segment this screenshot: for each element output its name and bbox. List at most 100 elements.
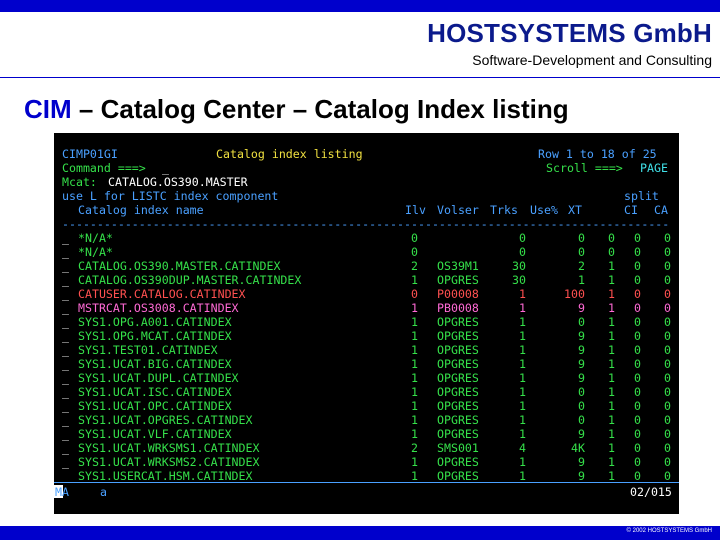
row-select-field[interactable]: _ xyxy=(62,315,69,329)
row-level: 1 xyxy=(411,455,418,469)
list-row[interactable]: _ SYS1.UCAT.OPGRES.CATINDEX 1 OPGRES 1 0 1 0 0 xyxy=(62,413,671,427)
row-ca-splits: 0 xyxy=(664,357,671,371)
slide: HOSTSYSTEMS GmbH Software-Development an… xyxy=(0,0,720,540)
row-use-pct: 0 xyxy=(578,399,585,413)
list-row[interactable]: _ SYS1.OPG.MCAT.CATINDEX 1 OPGRES 1 9 1 0 0 xyxy=(62,329,671,343)
row-ci-splits: 0 xyxy=(634,245,641,259)
row-index-name: SYS1.UCAT.VLF.CATINDEX xyxy=(78,427,232,441)
row-select-field[interactable]: _ xyxy=(62,287,69,301)
row-tracks: 1 xyxy=(519,427,526,441)
row-ca-splits: 0 xyxy=(664,301,671,315)
row-level: 1 xyxy=(411,273,418,287)
list-row[interactable]: _ CATUSER.CATALOG.CATINDEX 0 P00008 1 100 1 0 0 xyxy=(62,287,671,301)
row-select-field[interactable]: _ xyxy=(62,231,69,245)
terminal-screen[interactable]: CIMP01GI Catalog index listing Row 1 to … xyxy=(54,133,679,514)
row-tracks: 0 xyxy=(519,231,526,245)
row-ci-splits: 0 xyxy=(634,469,641,483)
list-row[interactable]: _ SYS1.UCAT.VLF.CATINDEX 1 OPGRES 1 9 1 0 0 xyxy=(62,427,671,441)
row-tracks: 0 xyxy=(519,245,526,259)
row-ca-splits: 0 xyxy=(664,245,671,259)
row-select-field[interactable]: _ xyxy=(62,301,69,315)
panel-title: Catalog index listing xyxy=(216,147,363,161)
row-index-name: CATALOG.OS390.MASTER.CATINDEX xyxy=(78,259,281,273)
slide-title-rest: – Catalog Center – Catalog Index listing xyxy=(71,94,569,124)
row-select-field[interactable]: _ xyxy=(62,259,69,273)
row-extents: 1 xyxy=(608,287,615,301)
row-tracks: 30 xyxy=(512,259,526,273)
row-select-field[interactable]: _ xyxy=(62,427,69,441)
row-volser: OPGRES xyxy=(437,357,479,371)
row-index-name: *N/A* xyxy=(78,245,113,259)
input-indicator: a xyxy=(100,485,107,499)
row-ci-splits: 0 xyxy=(634,273,641,287)
row-extents: 1 xyxy=(608,469,615,483)
row-extents: 1 xyxy=(608,329,615,343)
list-row[interactable]: _ SYS1.UCAT.ISC.CATINDEX 1 OPGRES 1 0 1 0 0 xyxy=(62,385,671,399)
row-volser: OPGRES xyxy=(437,343,479,357)
list-row[interactable]: _ SYS1.UCAT.WRKSMS1.CATINDEX 2 SMS001 4 4K 1 0 0 xyxy=(62,441,671,455)
row-select-field[interactable]: _ xyxy=(62,455,69,469)
row-tracks: 1 xyxy=(519,343,526,357)
row-use-pct: 9 xyxy=(578,469,585,483)
row-select-field[interactable]: _ xyxy=(62,273,69,287)
row-select-field[interactable]: _ xyxy=(62,329,69,343)
row-select-field[interactable]: _ xyxy=(62,441,69,455)
row-tracks: 1 xyxy=(519,287,526,301)
list-row[interactable]: _ CATALOG.OS390DUP.MASTER.CATINDEX 1 OPGRES… xyxy=(62,273,671,287)
row-use-pct: 9 xyxy=(578,357,585,371)
row-index-name: SYS1.UCAT.DUPL.CATINDEX xyxy=(78,371,239,385)
row-select-field[interactable]: _ xyxy=(62,357,69,371)
row-use-pct: 100 xyxy=(564,287,585,301)
list-row[interactable]: _ SYS1.TEST01.CATINDEX 1 OPGRES 1 9 1 0 0 xyxy=(62,343,671,357)
row-select-field[interactable]: _ xyxy=(62,245,69,259)
list-row[interactable]: _ MSTRCAT.OS3008.CATINDEX 1 PB0008 1 9 1 0 0 xyxy=(62,301,671,315)
session-indicator: MA xyxy=(55,485,69,499)
row-tracks: 1 xyxy=(519,455,526,469)
list-row[interactable]: _ SYS1.OPG.A001.CATINDEX 1 OPGRES 1 0 1 0 0 xyxy=(62,315,671,329)
list-row[interactable]: _ SYS1.UCAT.WRKSMS2.CATINDEX 1 OPGRES 1 9 1 0 0 xyxy=(62,455,671,469)
command-input[interactable]: _ xyxy=(162,161,169,175)
row-volser: OS39M1 xyxy=(437,259,479,273)
row-select-field[interactable]: _ xyxy=(62,413,69,427)
row-ci-splits: 0 xyxy=(634,301,641,315)
row-select-field[interactable]: _ xyxy=(62,469,69,483)
list-row[interactable]: _ *N/A* 0 0 0 0 0 0 xyxy=(62,245,671,259)
row-tracks: 1 xyxy=(519,469,526,483)
row-level: 0 xyxy=(411,245,418,259)
list-row[interactable]: _ SYS1.UCAT.DUPL.CATINDEX 1 OPGRES 1 9 1 0 0 xyxy=(62,371,671,385)
row-tracks: 4 xyxy=(519,441,526,455)
row-select-field[interactable]: _ xyxy=(62,371,69,385)
row-select-field[interactable]: _ xyxy=(62,399,69,413)
row-select-field[interactable]: _ xyxy=(62,343,69,357)
row-tracks: 30 xyxy=(512,273,526,287)
row-select-field[interactable]: _ xyxy=(62,385,69,399)
top-accent-bar xyxy=(0,0,720,12)
status-divider xyxy=(54,482,679,483)
list-row[interactable]: _ *N/A* 0 0 0 0 0 0 xyxy=(62,231,671,245)
row-ca-splits: 0 xyxy=(664,287,671,301)
col-header-use: Use% xyxy=(530,203,558,217)
row-ca-splits: 0 xyxy=(664,469,671,483)
row-use-pct: 9 xyxy=(578,343,585,357)
scroll-input[interactable]: PAGE xyxy=(640,161,668,175)
row-ci-splits: 0 xyxy=(634,357,641,371)
row-index-name: SYS1.UCAT.OPC.CATINDEX xyxy=(78,399,232,413)
bottom-accent-bar: © 2002 HOSTSYSTEMS GmbH xyxy=(0,526,720,540)
row-use-pct: 0 xyxy=(578,231,585,245)
list-row[interactable]: _ CATALOG.OS390.MASTER.CATINDEX 2 OS39M1 30 2… xyxy=(62,259,671,273)
copyright-text: © 2002 HOSTSYSTEMS GmbH xyxy=(626,528,712,534)
row-tracks: 1 xyxy=(519,413,526,427)
split-label: split xyxy=(624,189,659,203)
list-row[interactable]: _ SYS1.UCAT.OPC.CATINDEX 1 OPGRES 1 0 1 0 0 xyxy=(62,399,671,413)
list-row[interactable]: _ SYS1.USERCAT.HSM.CATINDEX 1 OPGRES 1 9 1 0 0 xyxy=(62,469,671,483)
row-use-pct: 9 xyxy=(578,371,585,385)
row-index-name: SYS1.UCAT.WRKSMS2.CATINDEX xyxy=(78,455,260,469)
col-header-volser: Volser xyxy=(437,203,479,217)
mcat-label: Mcat: xyxy=(62,175,97,189)
col-header-xt: XT xyxy=(568,203,582,217)
row-ci-splits: 0 xyxy=(634,259,641,273)
list-row[interactable]: _ SYS1.UCAT.BIG.CATINDEX 1 OPGRES 1 9 1 0 0 xyxy=(62,357,671,371)
row-use-pct: 9 xyxy=(578,427,585,441)
mcat-value: CATALOG.OS390.MASTER xyxy=(108,175,248,189)
row-extents: 1 xyxy=(608,357,615,371)
